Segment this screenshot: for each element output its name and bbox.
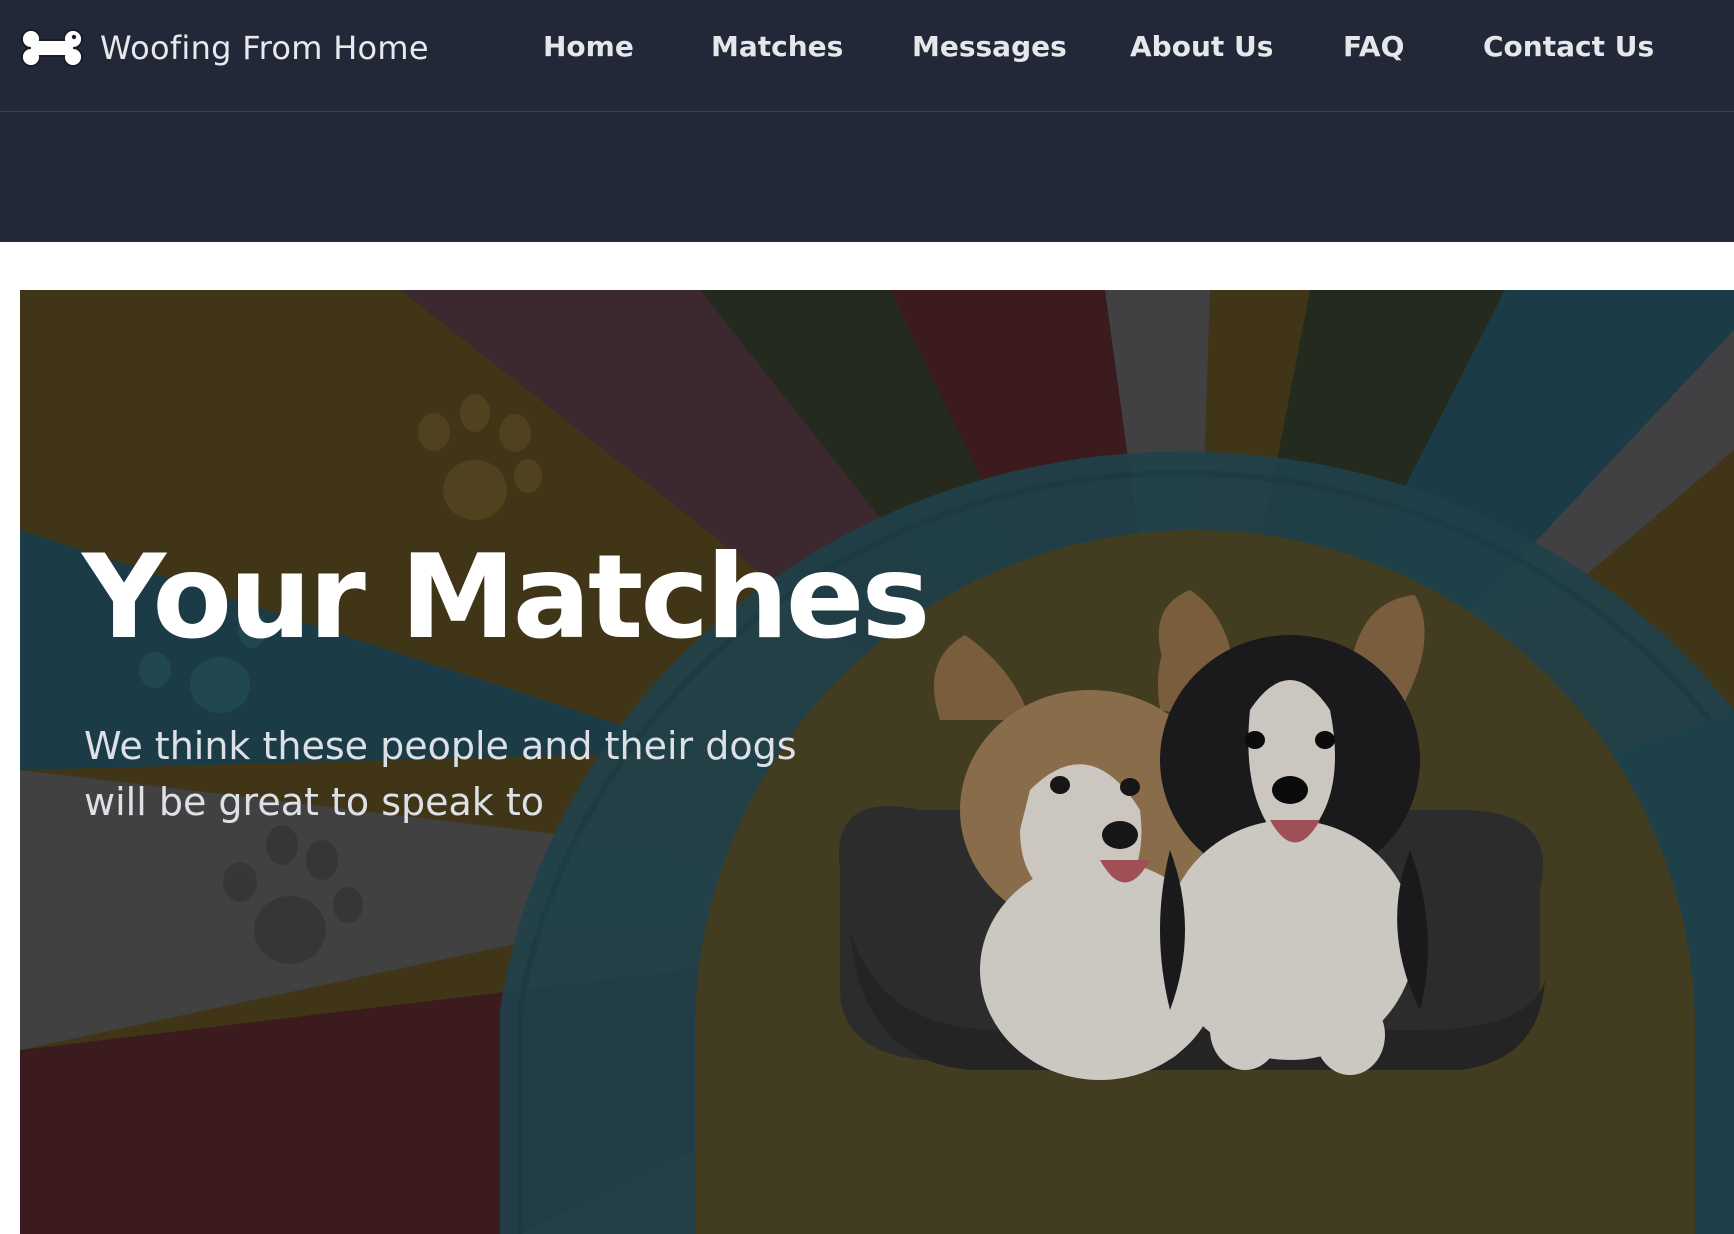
navbar: Woofing From Home Home Matches Messages … bbox=[0, 0, 1734, 112]
hero-subtitle-line-2: will be great to speak to bbox=[84, 780, 545, 824]
nav-contact-us[interactable]: Contact Us bbox=[1483, 30, 1654, 63]
nav-matches[interactable]: Matches bbox=[711, 30, 843, 63]
nav-home[interactable]: Home bbox=[543, 30, 634, 63]
nav-messages[interactable]: Messages bbox=[912, 30, 1067, 63]
hero-title: Your Matches bbox=[82, 530, 930, 665]
nav-about-us[interactable]: About Us bbox=[1130, 30, 1273, 63]
hero-banner: Your Matches We think these people and t… bbox=[20, 290, 1734, 1234]
hero-subtitle: We think these people and their dogs wil… bbox=[84, 718, 904, 830]
nav-faq[interactable]: FAQ bbox=[1343, 30, 1404, 63]
main-nav: Home Matches Messages About Us FAQ Conta… bbox=[0, 30, 1734, 70]
site-header: Woofing From Home Home Matches Messages … bbox=[0, 0, 1734, 242]
hero-subtitle-line-1: We think these people and their dogs bbox=[84, 724, 797, 768]
